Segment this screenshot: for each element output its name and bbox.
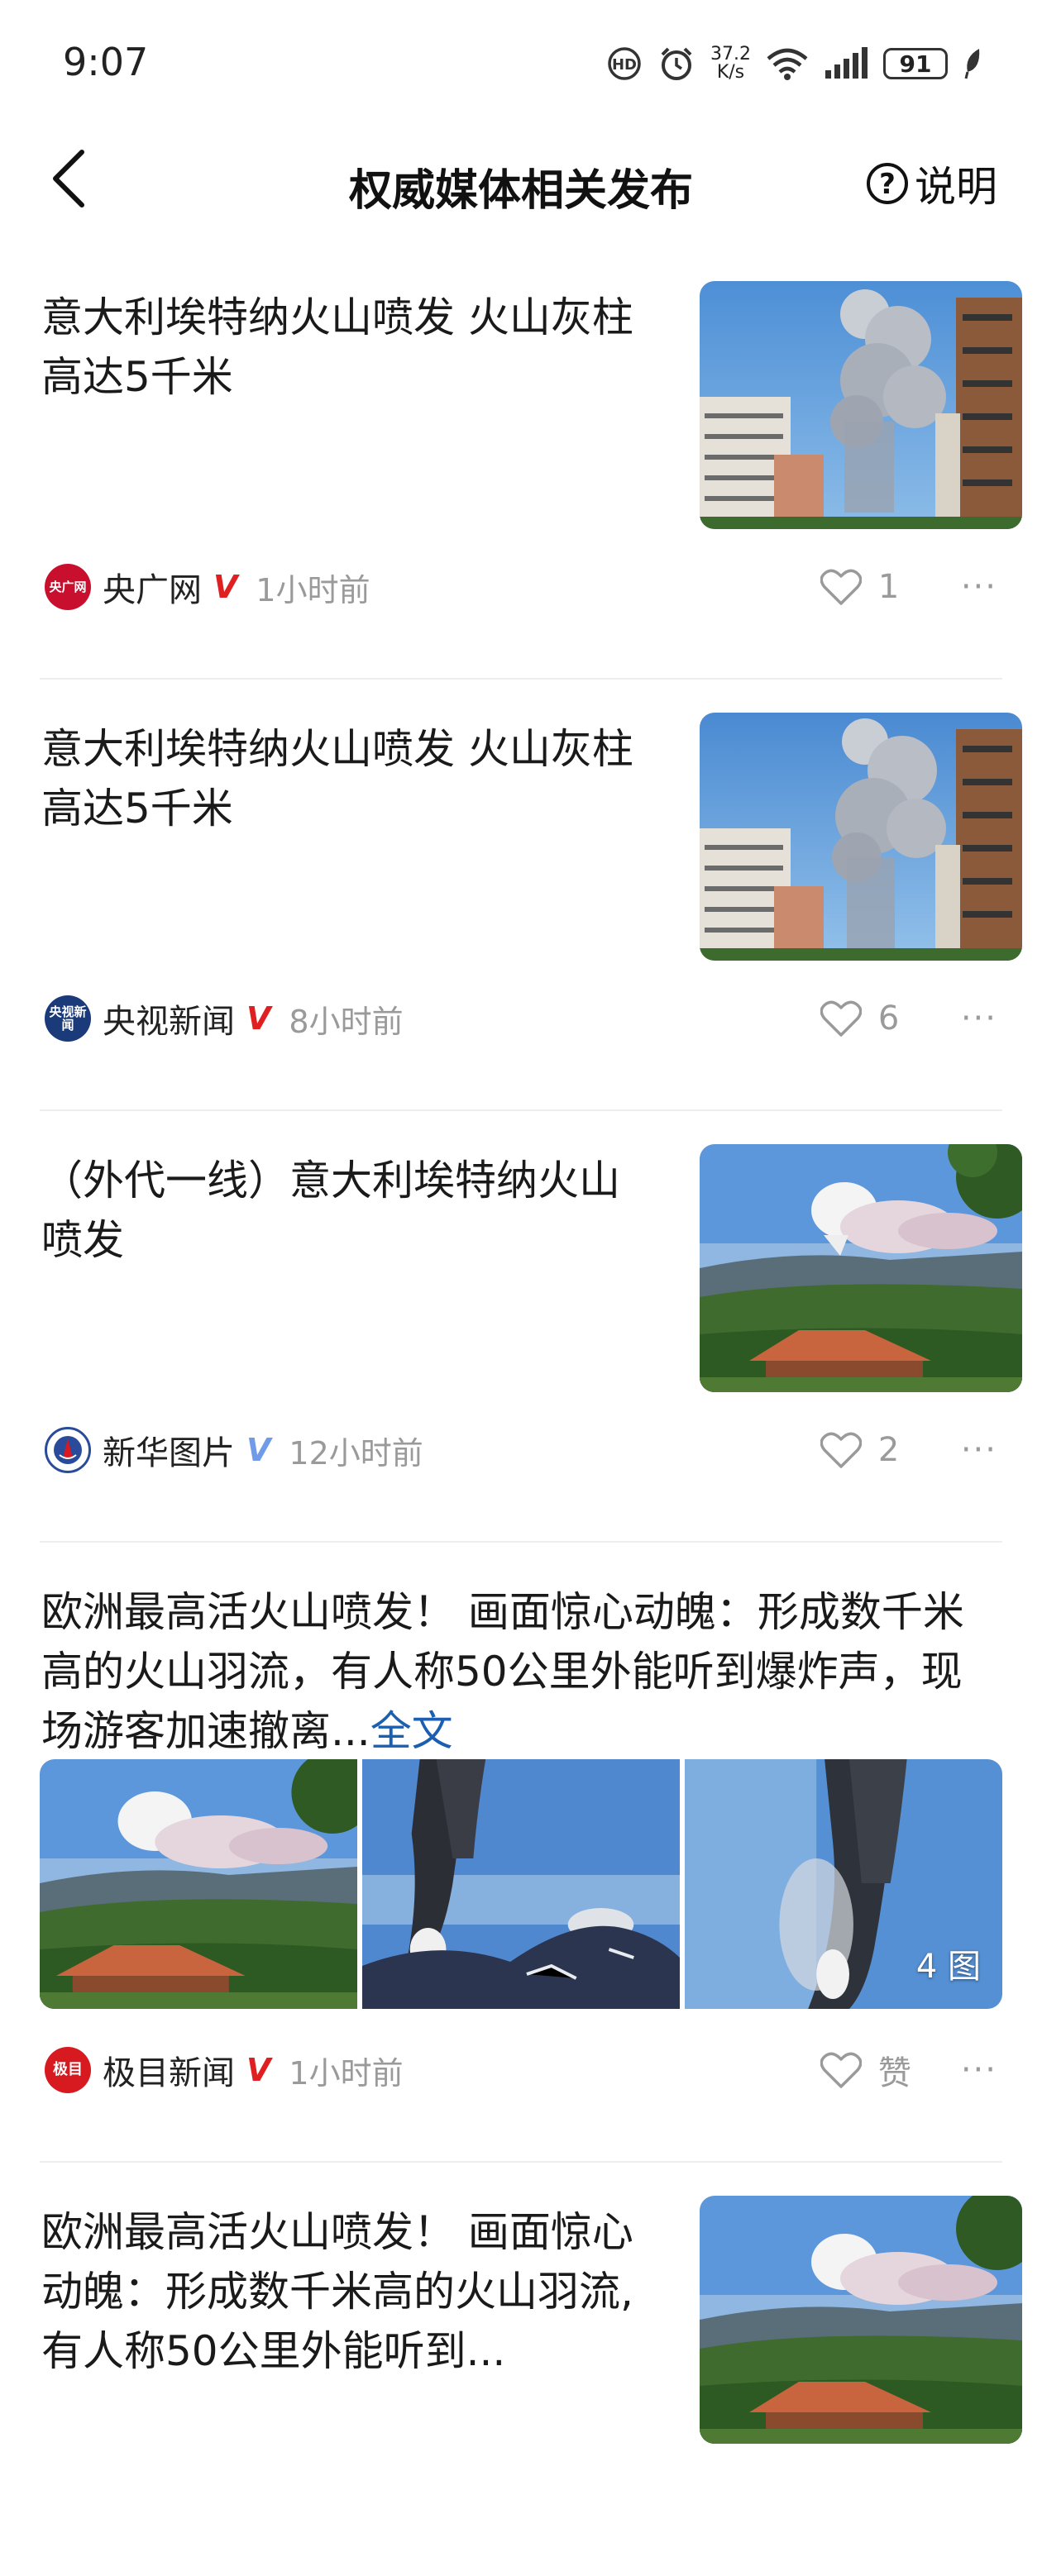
news-thumbnail[interactable] (700, 713, 1022, 961)
source-avatar[interactable]: 极目 (45, 2047, 91, 2093)
hd-call-icon: HD (606, 45, 643, 82)
source-name[interactable]: 极目新闻 (103, 2046, 235, 2094)
news-thumbnail[interactable] (700, 1144, 1022, 1392)
news-title[interactable]: 意大利埃特纳火山喷发 火山灰柱高达5千米 (41, 719, 653, 838)
image-gallery[interactable]: 4 图 (40, 1759, 1002, 2009)
like-count: 2 (877, 1431, 900, 1469)
svg-text:HD: HD (612, 56, 637, 74)
battery-icon: 91 (883, 48, 948, 79)
news-title[interactable]: 欧洲最高活火山喷发！ 画面惊心动魄：形成数千米高的火山羽流,有人称50公里外能听… (41, 2202, 653, 2381)
source-name[interactable]: 新华图片 (103, 1426, 235, 1474)
image-count-badge: 4 图 (915, 1948, 981, 1986)
news-thumbnail[interactable] (700, 2196, 1022, 2444)
news-meta: 央视新闻 央视新闻 V 8小时前 (45, 994, 404, 1043)
news-actions: 6 ··· (820, 994, 997, 1043)
verified-badge: V (246, 2052, 271, 2088)
verified-badge: V (246, 1432, 271, 1468)
signal-icon (824, 47, 868, 80)
heart-icon[interactable] (820, 568, 862, 606)
svg-text:?: ? (879, 168, 896, 201)
publish-time: 8小时前 (289, 1003, 404, 1040)
news-actions: 赞 ··· (820, 2045, 997, 2095)
news-actions: 1 ··· (820, 562, 997, 612)
news-feed: 意大利埃特纳火山喷发 火山灰柱高达5千米 央广网 央广网 V 1小时前 1 ··… (0, 281, 1042, 2576)
publish-time: 1小时前 (256, 571, 370, 608)
more-options-button[interactable]: ··· (961, 2051, 997, 2089)
top-app-bar: 权威媒体相关发布 ? 说明 (0, 132, 1042, 223)
news-item[interactable]: （外代一线）意大利埃特纳火山喷发 新华图片 V 12小时前 2 ··· (40, 1144, 1022, 1543)
xinhua-logo-icon (54, 1436, 82, 1464)
news-actions: 2 ··· (820, 1425, 997, 1475)
news-item[interactable]: 意大利埃特纳火山喷发 火山灰柱高达5千米 央视新闻 央视新闻 V 8小时前 6 … (40, 713, 1022, 1111)
heart-icon[interactable] (820, 999, 862, 1038)
like-count: 1 (877, 568, 900, 606)
status-bar: 9:07 HD 37.2 K/s 91 (0, 0, 1042, 124)
alarm-icon (657, 45, 695, 83)
news-title[interactable]: 意大利埃特纳火山喷发 火山灰柱高达5千米 (41, 288, 653, 407)
verified-badge: V (213, 569, 238, 605)
more-options-button[interactable]: ··· (961, 999, 997, 1038)
news-item[interactable]: 欧洲最高活火山喷发！ 画面惊心动魄：形成数千米高的火山羽流,有人称50公里外能听… (40, 2196, 1022, 2576)
help-label: 说明 (915, 163, 997, 211)
gallery-image[interactable]: 4 图 (685, 1759, 1002, 2009)
heart-icon[interactable] (820, 2051, 862, 2089)
like-count: 6 (877, 999, 900, 1038)
like-label: 赞 (877, 2054, 911, 2092)
news-meta: 新华图片 V 12小时前 (45, 1425, 423, 1475)
news-meta: 极目 极目新闻 V 1小时前 (45, 2045, 404, 2095)
leaf-icon (963, 47, 984, 80)
source-name[interactable]: 央广网 (103, 563, 202, 611)
source-avatar[interactable] (45, 1427, 91, 1473)
network-speed: 37.2 K/s (710, 44, 751, 83)
verified-badge: V (246, 1000, 271, 1037)
news-meta: 央广网 央广网 V 1小时前 (45, 562, 370, 612)
gallery-image[interactable] (40, 1759, 357, 2009)
status-time: 9:07 (63, 40, 149, 84)
wifi-icon (766, 47, 809, 80)
news-title[interactable]: （外代一线）意大利埃特纳火山喷发 (41, 1151, 653, 1270)
publish-time: 1小时前 (289, 2054, 404, 2092)
source-avatar[interactable]: 央视新闻 (45, 995, 91, 1042)
heart-icon[interactable] (820, 1431, 862, 1469)
news-item[interactable]: 欧洲最高活火山喷发！ 画面惊心动魄：形成数千米高的火山羽流，有人称50公里外能听… (40, 1576, 1002, 2163)
full-text-link[interactable]: 全文 (370, 1707, 453, 1755)
news-item[interactable]: 意大利埃特纳火山喷发 火山灰柱高达5千米 央广网 央广网 V 1小时前 1 ··… (40, 281, 1022, 680)
news-title[interactable]: 欧洲最高活火山喷发！ 画面惊心动魄：形成数千米高的火山羽流，有人称50公里外能听… (41, 1582, 1001, 1761)
more-options-button[interactable]: ··· (961, 1431, 997, 1469)
status-icons: HD 37.2 K/s 91 (606, 43, 984, 84)
source-avatar[interactable]: 央广网 (45, 564, 91, 610)
question-circle-icon: ? (867, 163, 908, 204)
publish-time: 12小时前 (289, 1434, 423, 1472)
source-name[interactable]: 央视新闻 (103, 995, 235, 1042)
gallery-image[interactable] (362, 1759, 680, 2009)
more-options-button[interactable]: ··· (961, 568, 997, 606)
help-button[interactable]: ? 说明 (865, 154, 997, 213)
news-thumbnail[interactable] (700, 281, 1022, 529)
